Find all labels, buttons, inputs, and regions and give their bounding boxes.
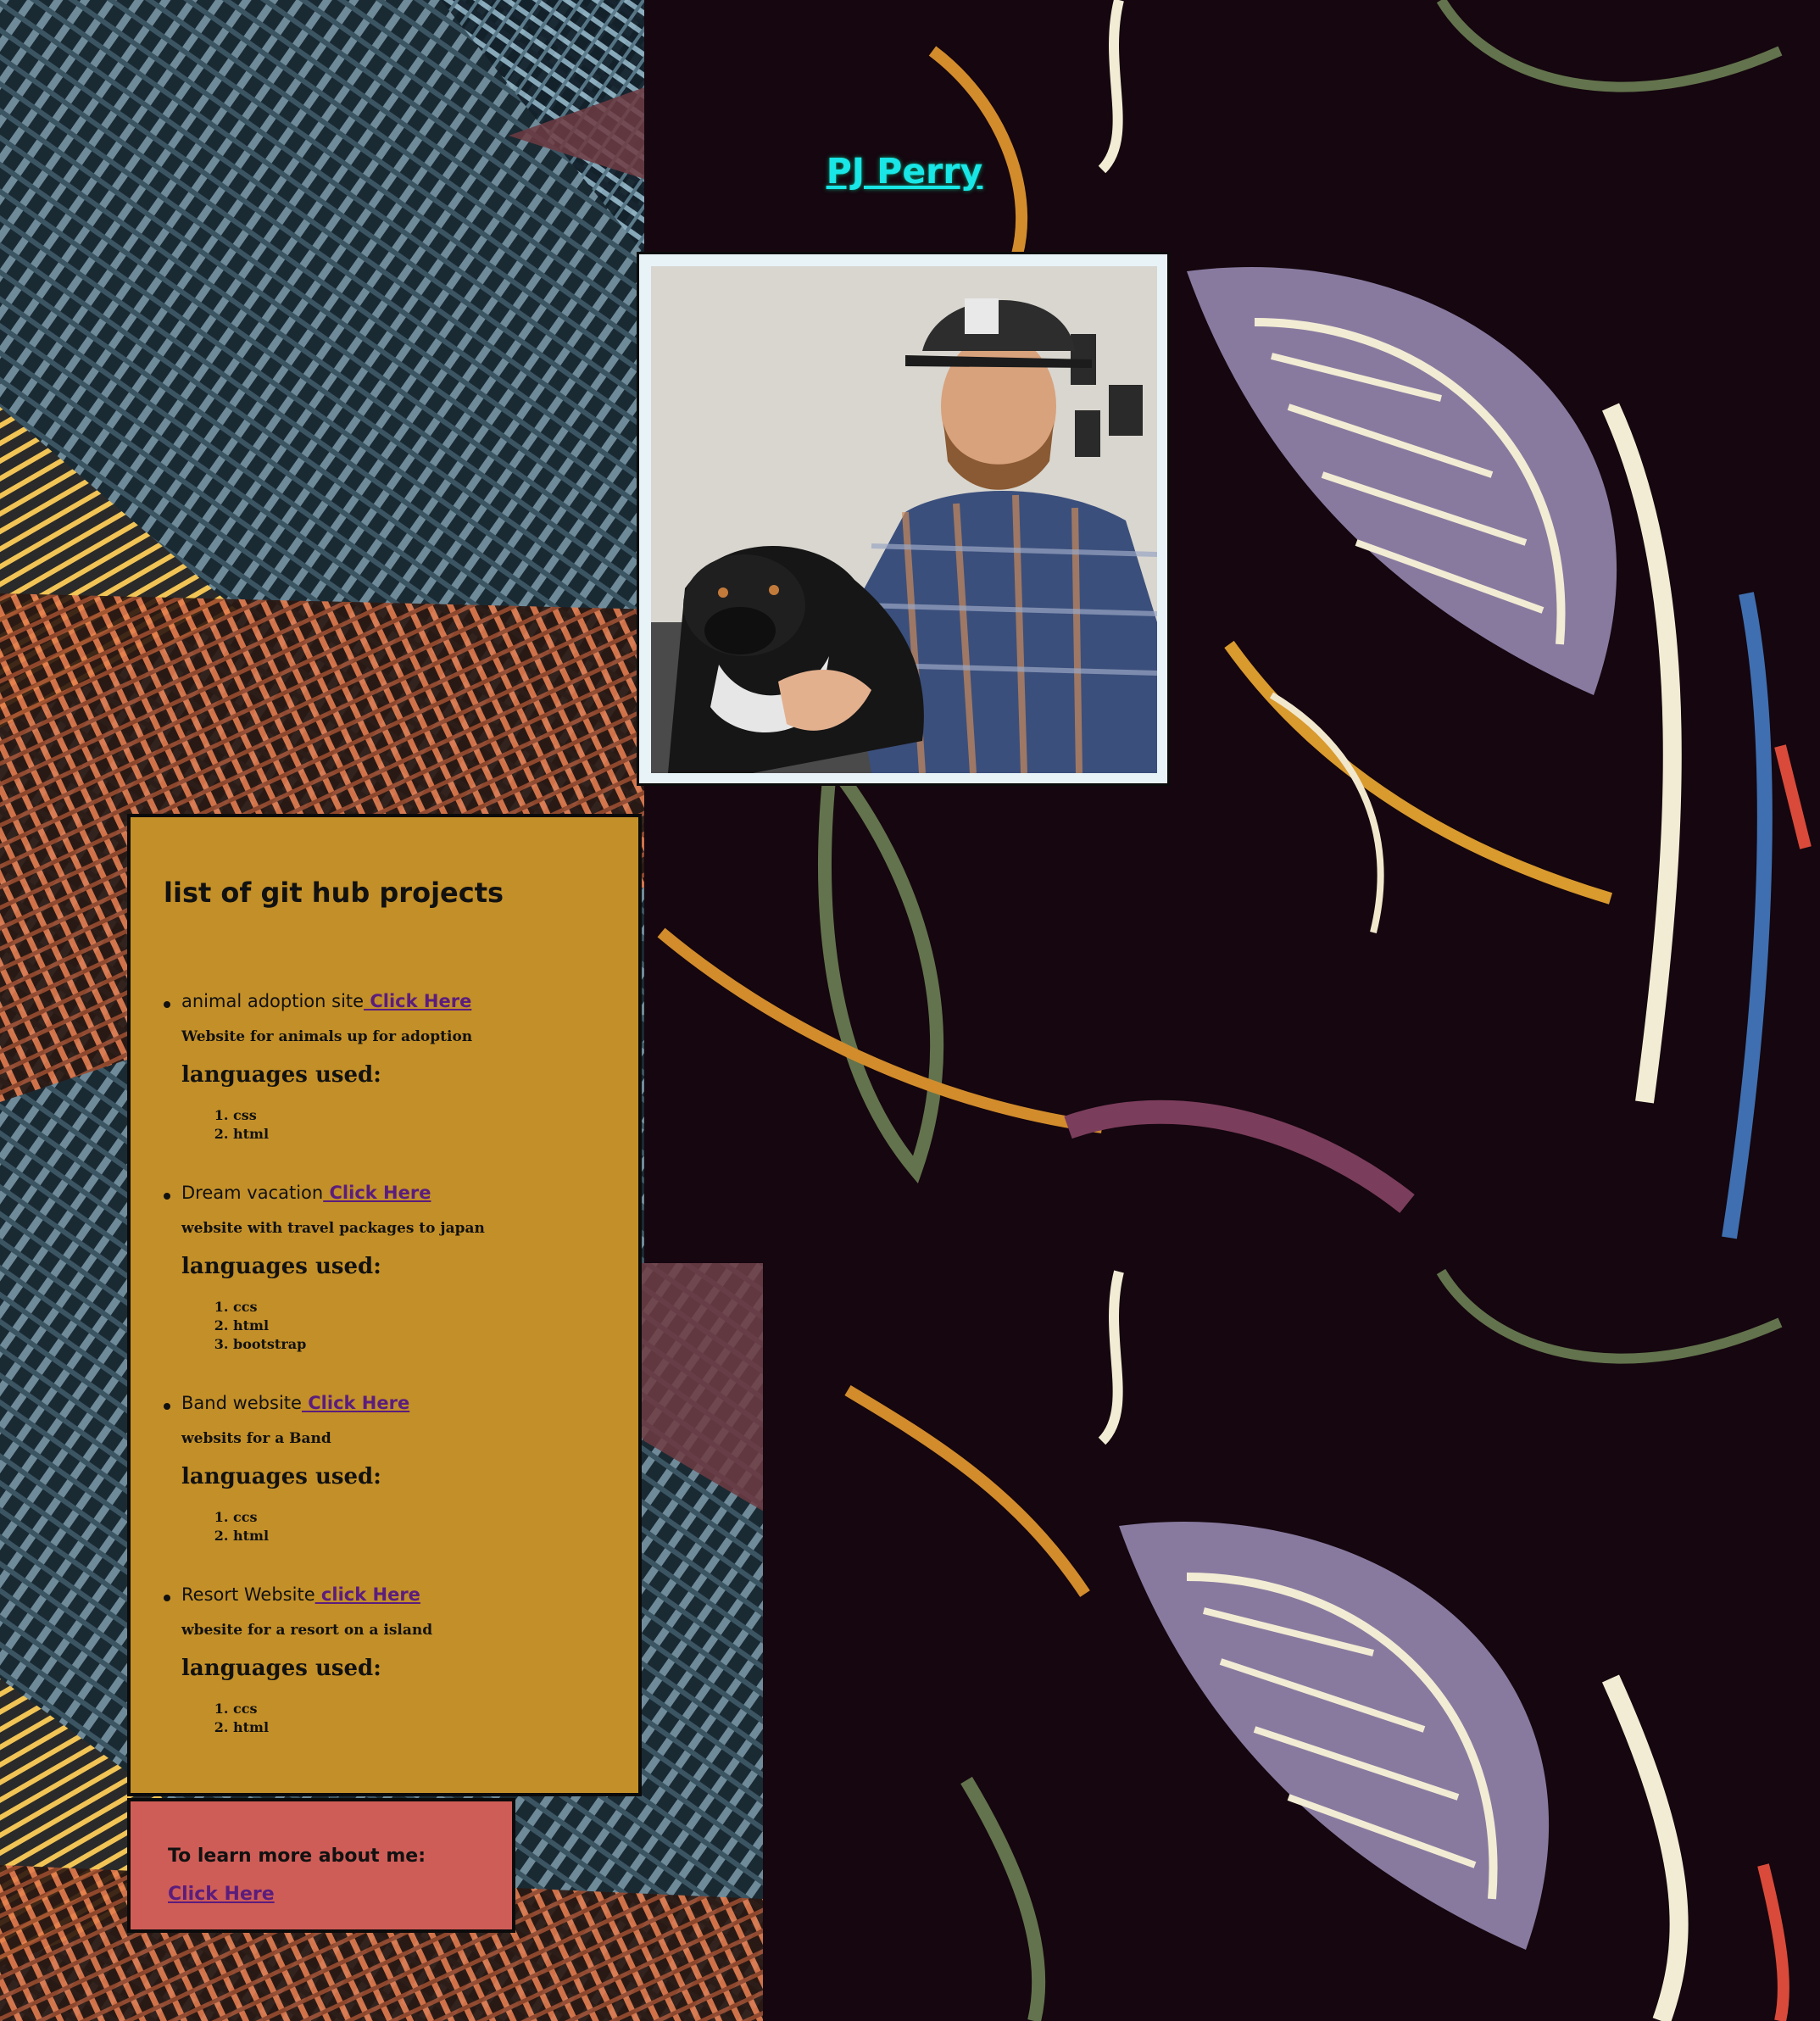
language-item: ccs bbox=[233, 1298, 306, 1317]
project-name: Band website Click Here bbox=[181, 1393, 409, 1413]
language-item: ccs bbox=[233, 1700, 269, 1718]
project-item: Resort Website click Here wbesite for a … bbox=[164, 1584, 621, 1754]
project-name-text: Dream vacation bbox=[181, 1183, 324, 1203]
bullet bbox=[164, 1403, 170, 1410]
wall-frame bbox=[1075, 410, 1100, 457]
project-description: wbesite for a resort on a island bbox=[181, 1622, 433, 1639]
language-item: bootstrap bbox=[233, 1335, 306, 1354]
project-item: Band website Click Here websits for a Ba… bbox=[164, 1393, 621, 1562]
project-item: Dream vacation Click Here website with t… bbox=[164, 1183, 621, 1369]
languages-heading: languages used: bbox=[181, 1656, 381, 1681]
language-item: html bbox=[233, 1125, 269, 1144]
projects-panel: list of git hub projects animal adoption… bbox=[127, 814, 642, 1796]
about-label: To learn more about me: bbox=[168, 1846, 426, 1867]
project-description: website with travel packages to japan bbox=[181, 1220, 485, 1237]
languages-list: ccs html bbox=[214, 1508, 269, 1545]
project-description: Website for animals up for adoption bbox=[181, 1028, 473, 1045]
page-title: PJ Perry bbox=[0, 151, 1809, 192]
language-item: css bbox=[233, 1106, 269, 1125]
name-link[interactable]: PJ Perry bbox=[827, 151, 983, 192]
language-item: html bbox=[233, 1718, 269, 1737]
project-link[interactable]: Click Here bbox=[302, 1393, 409, 1413]
bullet bbox=[164, 1193, 170, 1200]
project-link[interactable]: Click Here bbox=[364, 991, 471, 1011]
project-link[interactable]: Click Here bbox=[323, 1183, 431, 1203]
language-item: ccs bbox=[233, 1508, 269, 1527]
languages-heading: languages used: bbox=[181, 1464, 381, 1489]
project-item: animal adoption site Click Here Website … bbox=[164, 991, 621, 1161]
languages-list: ccs html bootstrap bbox=[214, 1298, 306, 1354]
bullet bbox=[164, 1001, 170, 1008]
profile-photo-frame bbox=[637, 252, 1170, 786]
projects-title: list of git hub projects bbox=[164, 877, 504, 909]
project-link[interactable]: click Here bbox=[315, 1584, 420, 1605]
language-item: html bbox=[233, 1527, 269, 1545]
project-name: animal adoption site Click Here bbox=[181, 991, 471, 1011]
project-name-text: Band website bbox=[181, 1393, 302, 1413]
languages-list: ccs html bbox=[214, 1700, 269, 1737]
wall-frame bbox=[1109, 385, 1143, 436]
project-name-text: Resort Website bbox=[181, 1584, 315, 1605]
profile-photo-illustration bbox=[651, 266, 1157, 773]
project-name: Dream vacation Click Here bbox=[181, 1183, 431, 1203]
bullet bbox=[164, 1595, 170, 1601]
languages-heading: languages used: bbox=[181, 1062, 381, 1088]
language-item: html bbox=[233, 1317, 306, 1335]
languages-heading: languages used: bbox=[181, 1254, 381, 1279]
project-description: websits for a Band bbox=[181, 1430, 331, 1447]
project-name: Resort Website click Here bbox=[181, 1584, 420, 1605]
about-link[interactable]: Click Here bbox=[168, 1884, 275, 1905]
about-text: To learn more about me: Click Here bbox=[168, 1837, 473, 1913]
project-name-text: animal adoption site bbox=[181, 991, 365, 1011]
profile-photo bbox=[651, 266, 1157, 773]
about-panel: To learn more about me: Click Here bbox=[127, 1798, 515, 1933]
languages-list: css html bbox=[214, 1106, 269, 1144]
